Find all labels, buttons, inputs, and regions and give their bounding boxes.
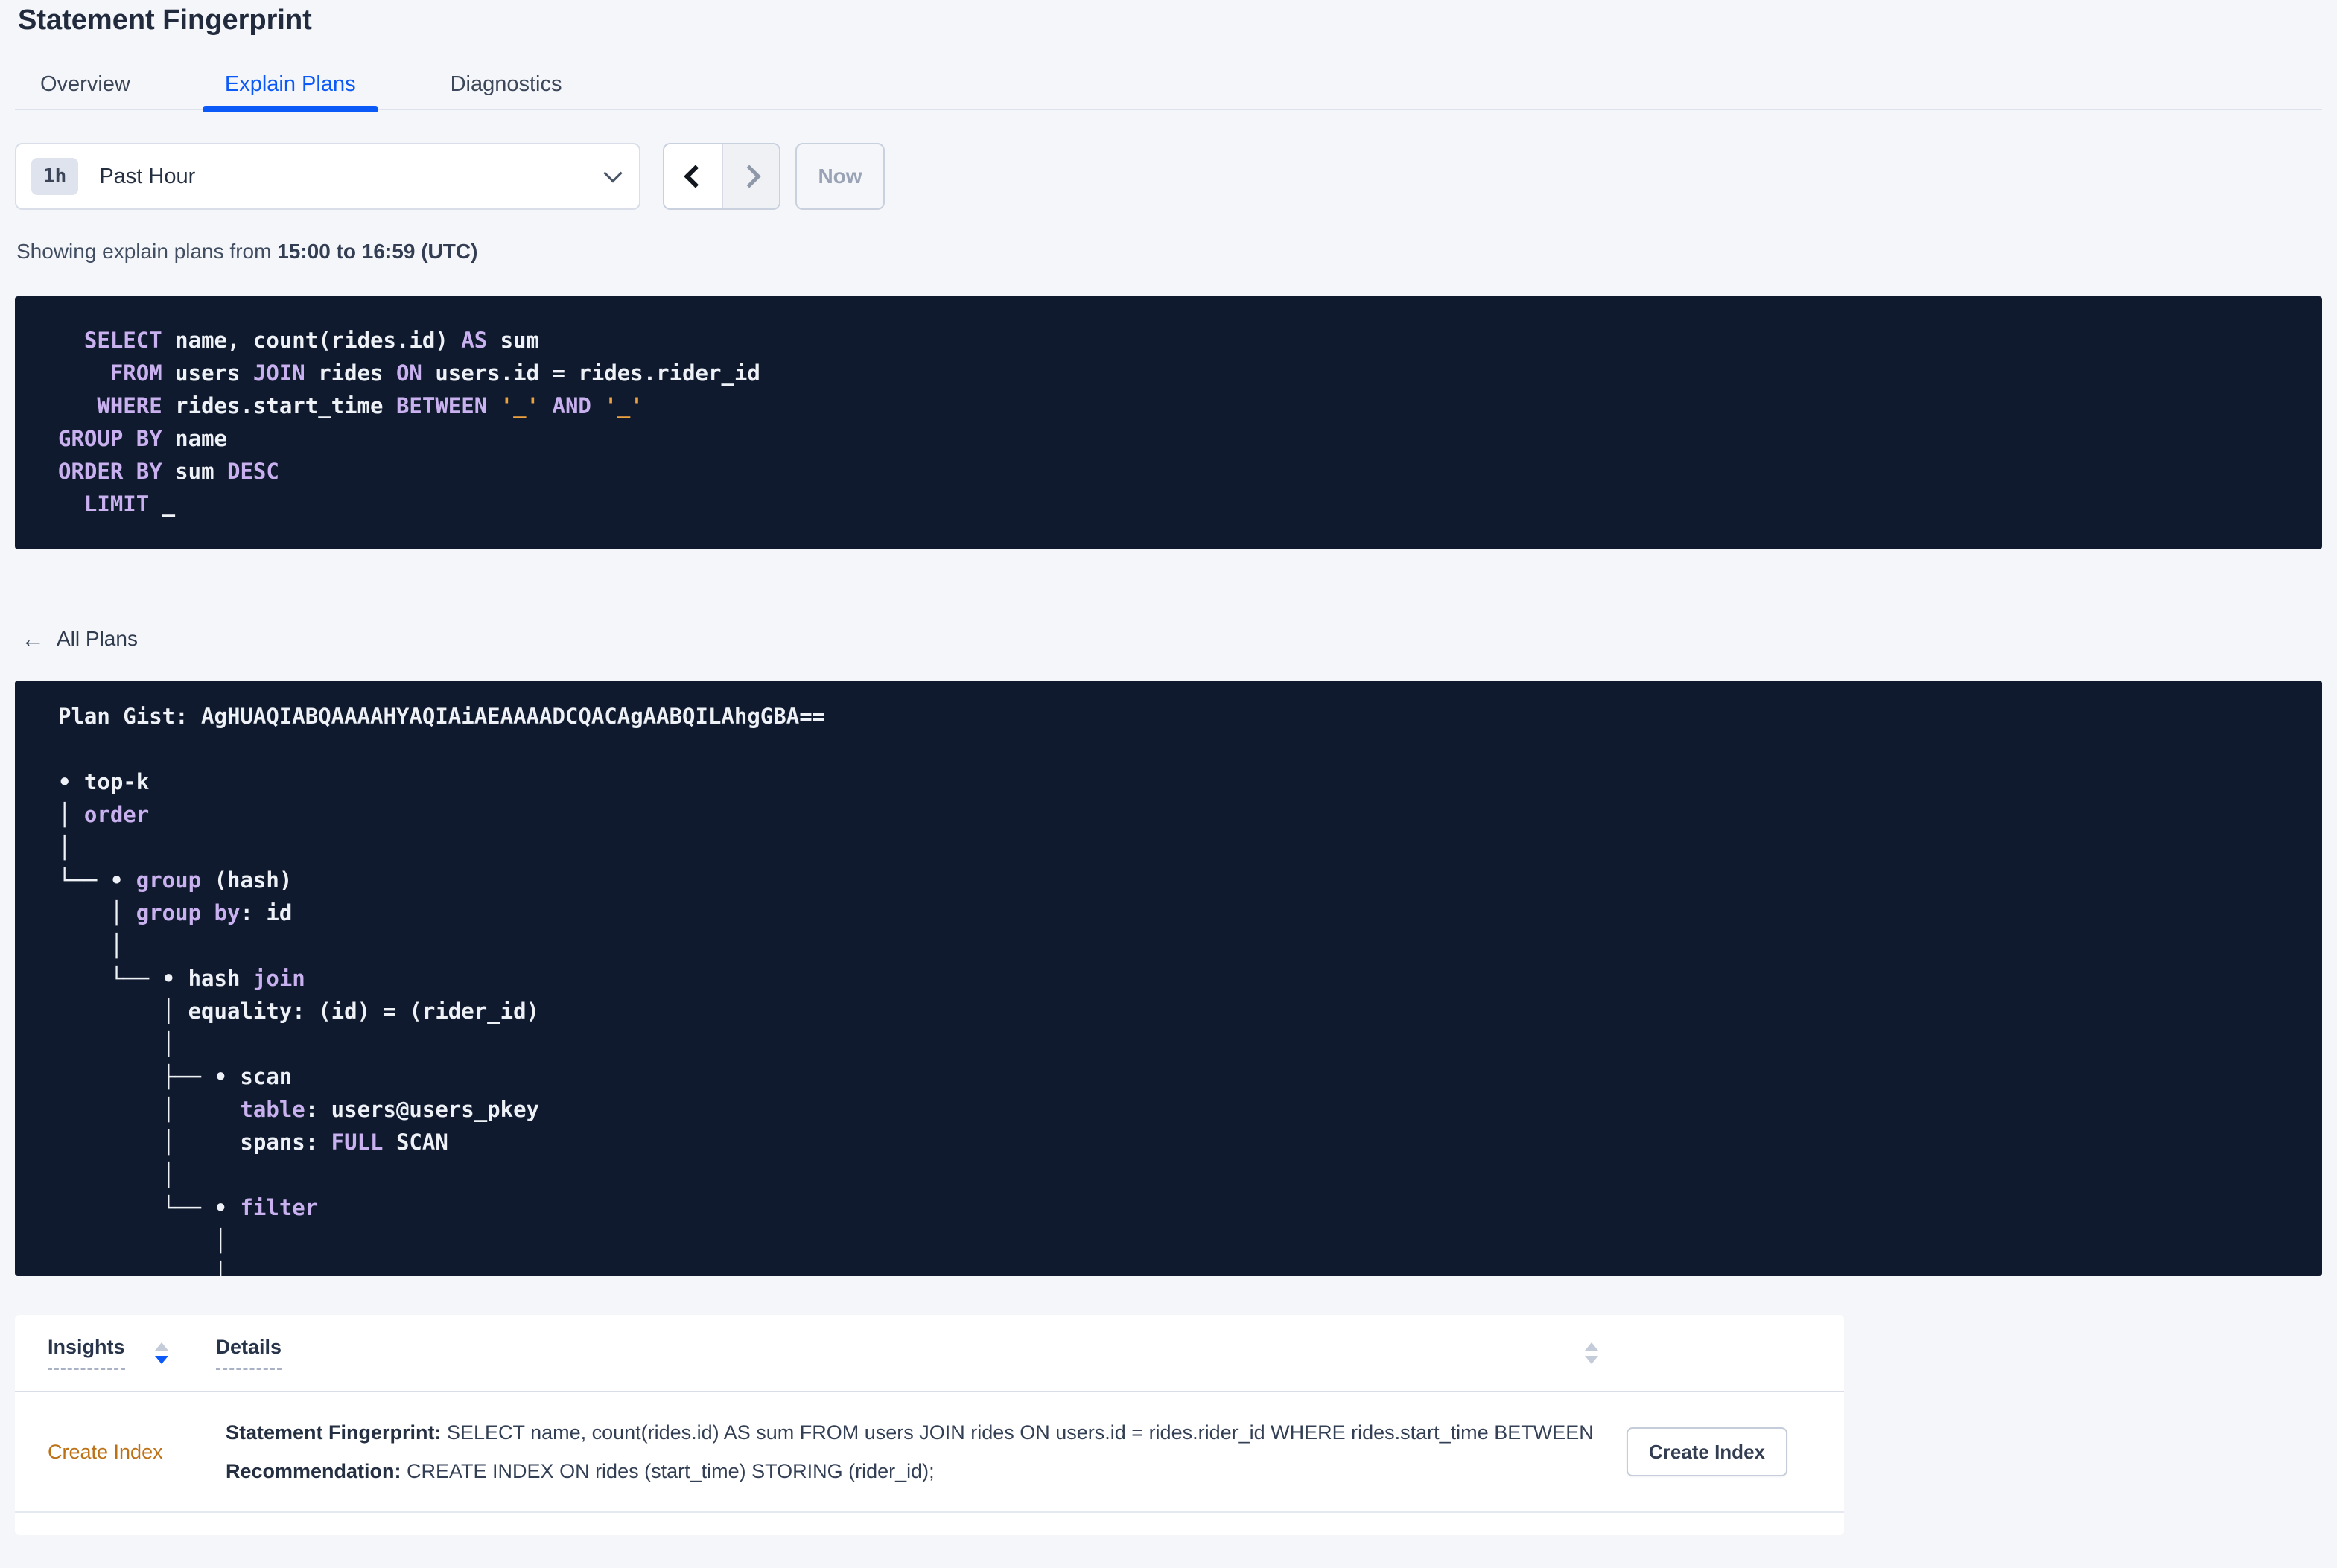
now-button[interactable]: Now (795, 143, 885, 210)
chevron-left-icon (683, 165, 707, 188)
time-picker-row: 1h Past Hour Now (15, 143, 2322, 210)
details-cell: Statement Fingerprint: SELECT name, coun… (226, 1413, 1600, 1491)
column-header-insights[interactable]: Insights (48, 1336, 125, 1370)
time-nav-group (663, 143, 780, 210)
column-header-details[interactable]: Details (215, 1336, 282, 1370)
prev-time-button[interactable] (664, 144, 722, 208)
tab-explain-plans[interactable]: Explain Plans (202, 59, 378, 112)
table-row: Create Index Statement Fingerprint: SELE… (15, 1392, 1844, 1513)
recommendation-line: Recommendation: CREATE INDEX ON rides (s… (226, 1452, 1600, 1491)
sort-down-icon (1585, 1355, 1598, 1364)
showing-range-text: Showing explain plans from 15:00 to 16:5… (15, 240, 2322, 264)
tab-overview[interactable]: Overview (18, 59, 153, 109)
sort-icon-insights[interactable] (154, 1342, 168, 1364)
sort-up-icon (154, 1342, 168, 1351)
create-index-button[interactable]: Create Index (1626, 1427, 1787, 1476)
arrow-left-icon: ← (21, 625, 45, 652)
statement-fingerprint-value: SELECT name, count(rides.id) AS sum FROM… (441, 1421, 1600, 1444)
chevron-right-icon (737, 165, 761, 188)
page-title: Statement Fingerprint (18, 4, 312, 36)
time-range-select[interactable]: 1h Past Hour (15, 143, 640, 210)
plan-gist-box[interactable]: Plan Gist: AgHUAQIABQAAAAHYAQIAiAEAAAADC… (15, 681, 2322, 1276)
insights-table-header: Insights Details (15, 1315, 1844, 1392)
sql-statement-box: SELECT name, count(rides.id) AS sum FROM… (15, 296, 2322, 549)
all-plans-label: All Plans (57, 627, 138, 650)
insight-cell: Create Index (48, 1413, 226, 1491)
statement-fingerprint-line: Statement Fingerprint: SELECT name, coun… (226, 1413, 1600, 1452)
tab-diagnostics[interactable]: Diagnostics (428, 59, 585, 109)
sort-down-icon (154, 1355, 168, 1364)
action-cell: Create Index (1626, 1413, 1787, 1491)
all-plans-back-link[interactable]: ← All Plans (15, 627, 138, 651)
recommendation-label: Recommendation: (226, 1460, 401, 1482)
recommendation-value: CREATE INDEX ON rides (start_time) STORI… (401, 1460, 935, 1482)
time-range-badge: 1h (31, 158, 79, 195)
page: Statement Fingerprint Overview Explain P… (0, 0, 2337, 1535)
time-range-label: Past Hour (99, 164, 196, 188)
sort-icon-details[interactable] (1585, 1342, 1598, 1364)
insights-table-card: Insights Details Create Index Statement … (15, 1315, 1844, 1535)
tab-bar: Overview Explain Plans Diagnostics (15, 59, 2322, 112)
next-time-button[interactable] (722, 144, 779, 208)
showing-prefix: Showing explain plans from (16, 240, 278, 263)
table-footer-spacer (15, 1513, 1844, 1535)
sort-up-icon (1585, 1342, 1598, 1351)
showing-range-bold: 15:00 to 16:59 (UTC) (277, 240, 478, 263)
statement-fingerprint-label: Statement Fingerprint: (226, 1421, 442, 1444)
chevron-down-icon (603, 164, 623, 183)
insight-create-index-link[interactable]: Create Index (48, 1441, 163, 1464)
